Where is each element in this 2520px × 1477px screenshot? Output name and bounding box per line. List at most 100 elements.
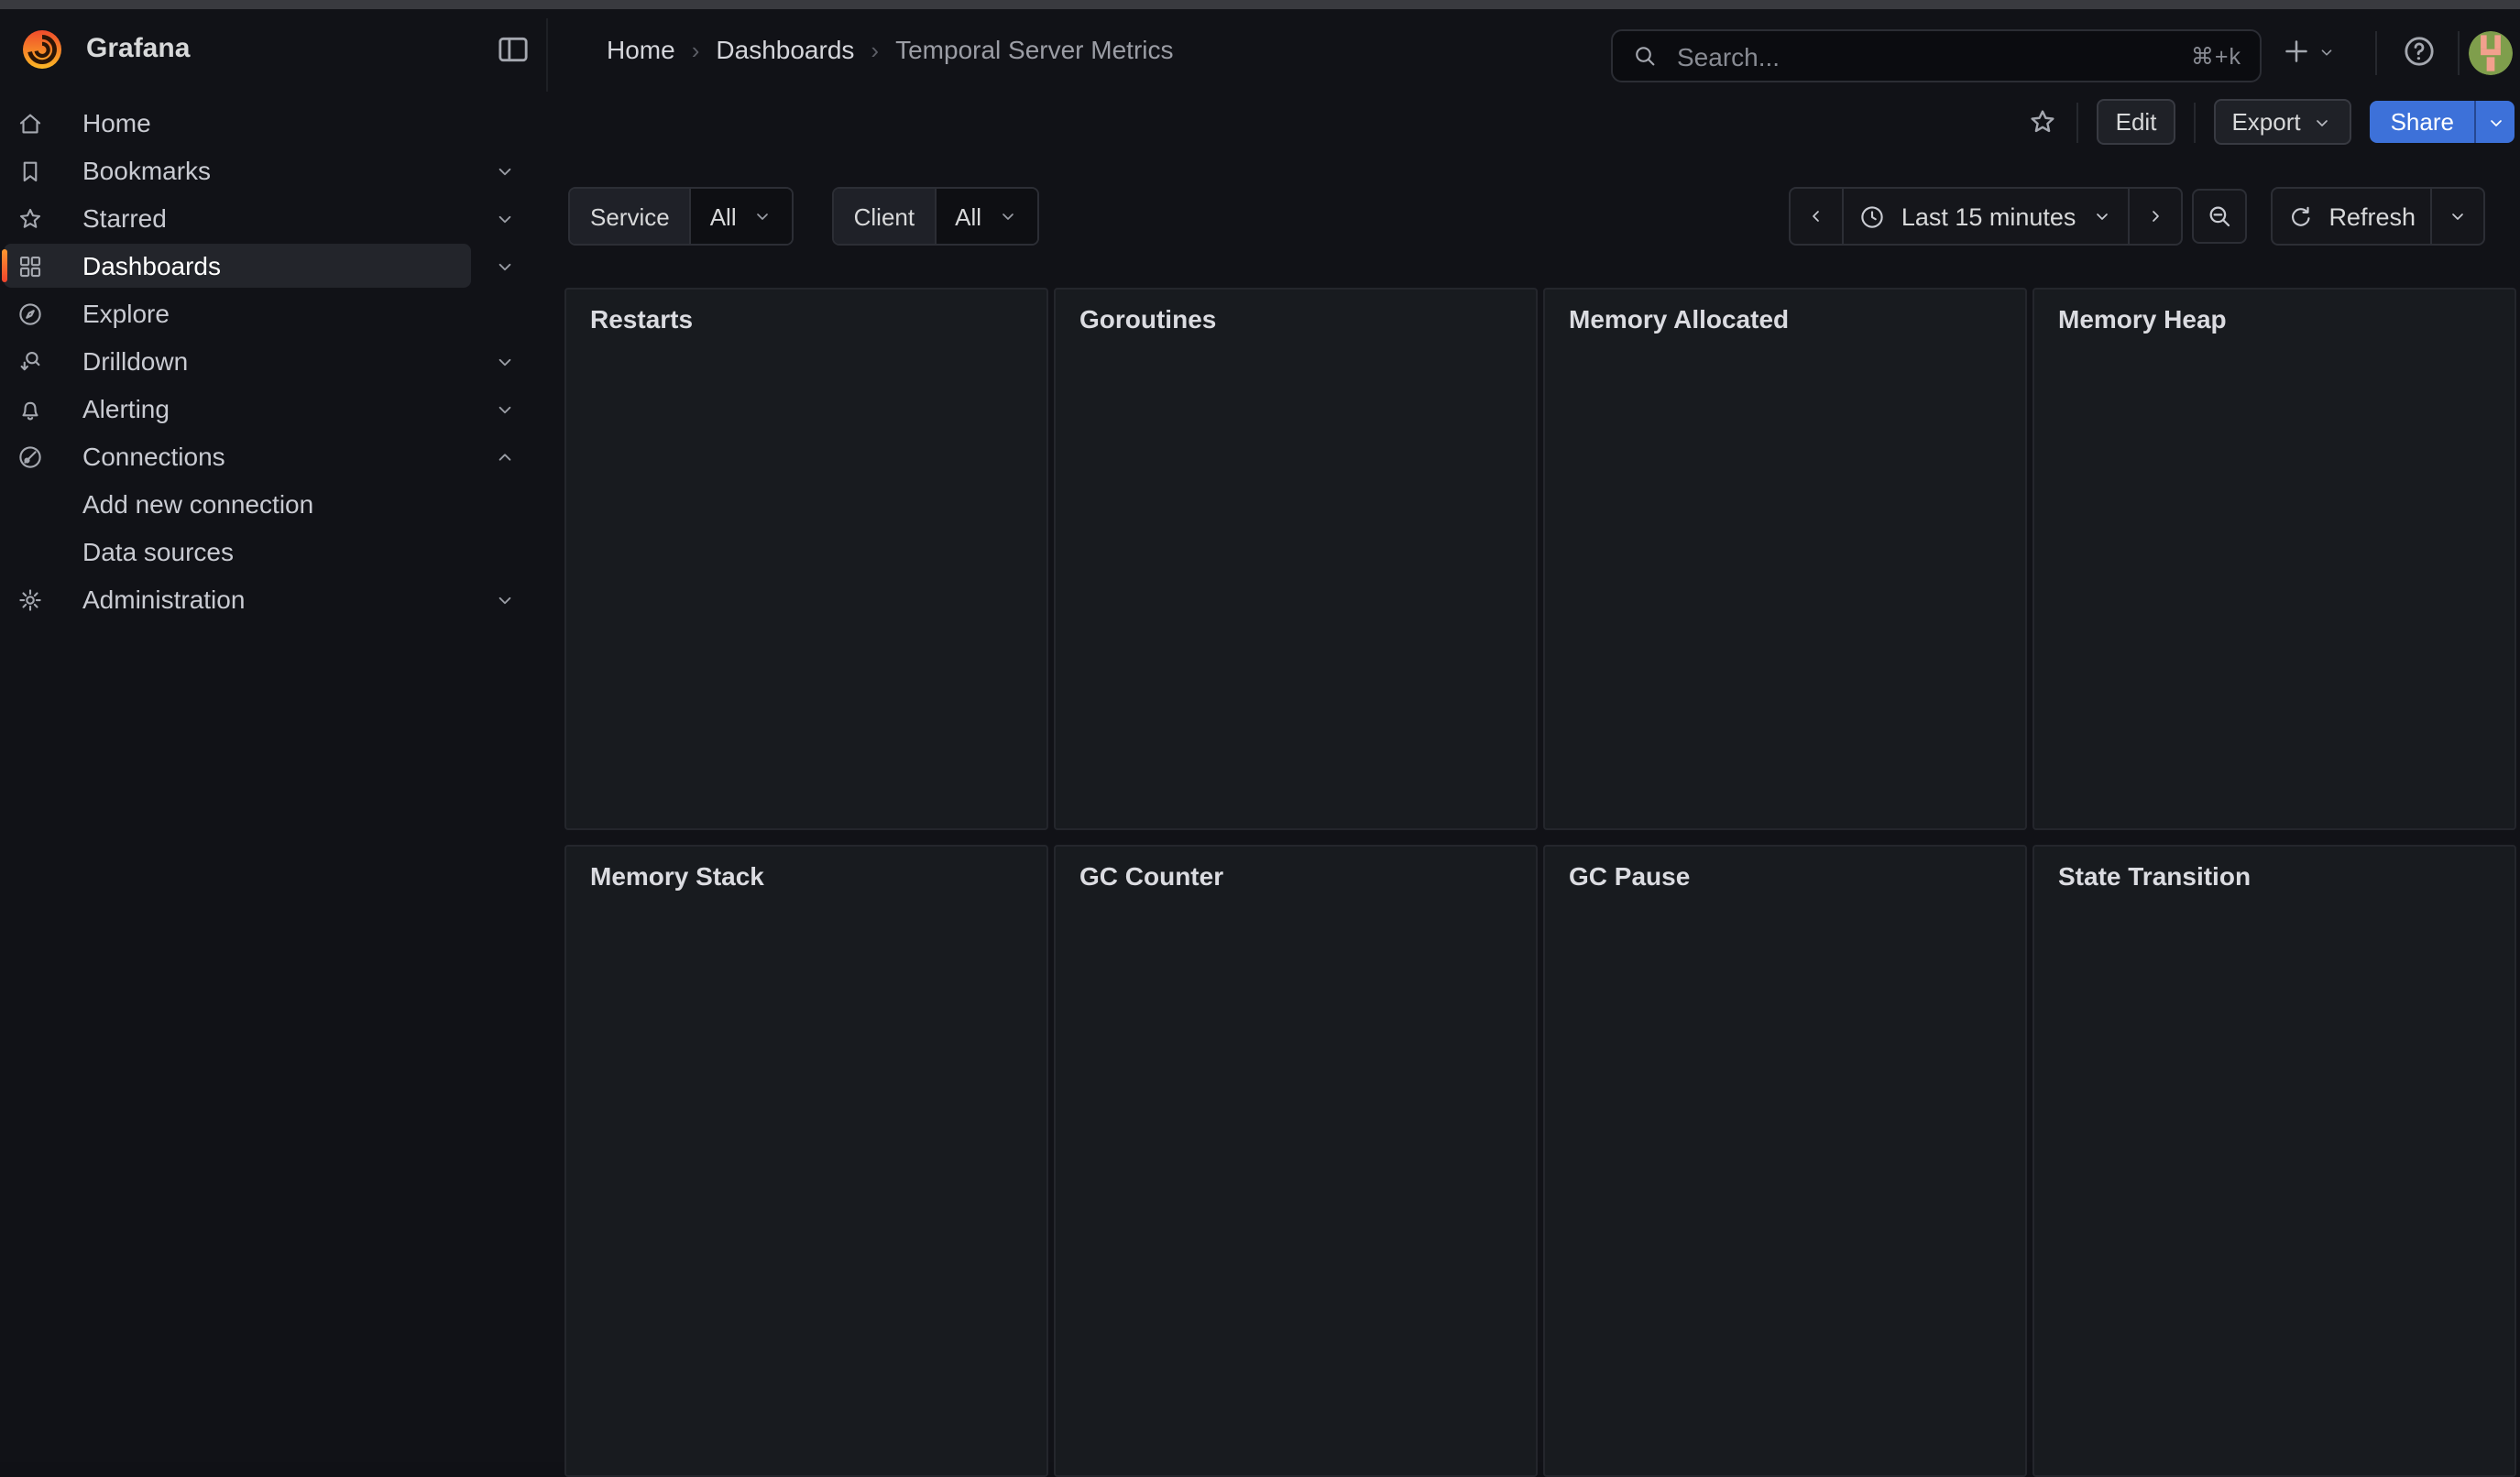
sidebar-item-starred[interactable]: Starred xyxy=(0,194,535,242)
panel-memory-stack: Memory Stack xyxy=(564,845,1048,1477)
chevron-left-icon xyxy=(1806,205,1828,227)
panel-title[interactable]: Memory Allocated xyxy=(1569,304,1789,334)
sidebar-item-dashboards[interactable]: Dashboards xyxy=(0,242,535,290)
grafana-app: Grafana Home › Dashboards › Temporal Ser… xyxy=(0,0,2520,1462)
breadcrumb-separator: › xyxy=(871,36,879,63)
service-variable-value[interactable]: All xyxy=(690,189,792,244)
breadcrumb-home[interactable]: Home xyxy=(607,35,675,64)
toolbar-separator xyxy=(2077,102,2079,142)
sidebar-item-label: Administration xyxy=(82,585,245,614)
refresh-label: Refresh xyxy=(2328,202,2416,230)
service-variable[interactable]: Service All xyxy=(568,187,794,246)
refresh-button[interactable]: Refresh xyxy=(2272,189,2430,244)
grafana-logo-icon[interactable] xyxy=(18,26,66,73)
plus-icon xyxy=(2280,35,2313,68)
toolbar-separator xyxy=(2193,102,2195,142)
panel-gc-counter: GC Counter xyxy=(1054,845,1538,1477)
chevron-down-icon xyxy=(996,205,1018,227)
panel-restarts: Restarts xyxy=(564,288,1048,830)
zoom-out-button[interactable] xyxy=(2191,189,2246,244)
share-menu-button[interactable] xyxy=(2474,101,2515,143)
sidebar: Home Bookmarks Starred DashboardsExplore Dri… xyxy=(0,92,535,1462)
chevron-down-icon[interactable] xyxy=(493,206,517,230)
chevron-down-icon xyxy=(2317,41,2337,61)
export-button-label: Export xyxy=(2231,108,2300,136)
edit-button-label: Edit xyxy=(2116,108,2157,136)
brand-title: Grafana xyxy=(86,33,190,64)
panel-title[interactable]: State Transition xyxy=(2058,861,2251,891)
panel-title[interactable]: Restarts xyxy=(590,304,693,334)
search-input[interactable] xyxy=(1673,39,2191,72)
edit-button[interactable]: Edit xyxy=(2098,99,2175,145)
sidebar-item-data-sources[interactable]: Data sources xyxy=(0,528,535,575)
chevron-down-icon xyxy=(2447,205,2469,227)
sidebar-item-bookmarks[interactable]: Bookmarks xyxy=(0,147,535,194)
client-variable[interactable]: Client All xyxy=(832,187,1038,246)
sidebar-nav: Home Bookmarks Starred DashboardsExplore Dri… xyxy=(0,99,535,623)
sidebar-item-label: Bookmarks xyxy=(82,156,211,185)
time-shift-forward-button[interactable] xyxy=(2127,189,2180,244)
service-variable-label: Service xyxy=(570,189,690,244)
share-button-group: Share xyxy=(2371,101,2515,143)
time-range-group: Last 15 minutes xyxy=(1790,187,2183,246)
avatar[interactable] xyxy=(2469,31,2513,75)
active-item-accent xyxy=(2,249,7,282)
breadcrumb: Home › Dashboards › Temporal Server Metr… xyxy=(607,35,1174,64)
grid-icon xyxy=(16,252,44,279)
search-icon xyxy=(1631,42,1659,70)
sidebar-item-home[interactable]: Home xyxy=(0,99,535,147)
search-shortcut: ⌘+k xyxy=(2191,42,2241,70)
sidebar-item-label: Add new connection xyxy=(82,489,313,519)
sidebar-toggle-icon[interactable] xyxy=(495,31,531,68)
sidebar-item-alerting[interactable]: Alerting xyxy=(0,385,535,432)
sidebar-item-label: Home xyxy=(82,108,151,137)
chevron-down-icon[interactable] xyxy=(493,587,517,611)
star-icon xyxy=(16,204,44,232)
time-range-picker[interactable]: Last 15 minutes xyxy=(1843,189,2128,244)
sidebar-item-add-new-connection[interactable]: Add new connection xyxy=(0,480,535,528)
link-icon xyxy=(16,443,44,470)
time-shift-back-button[interactable] xyxy=(1791,189,1843,244)
sidebar-item-administration[interactable]: Administration xyxy=(0,575,535,623)
sidebar-item-label: Starred xyxy=(82,203,167,233)
panel-title[interactable]: GC Counter xyxy=(1079,861,1223,891)
chevron-down-icon[interactable] xyxy=(493,397,517,421)
chevron-up-icon[interactable] xyxy=(493,444,517,468)
header-separator xyxy=(2375,31,2377,75)
panel-goroutines: Goroutines xyxy=(1054,288,1538,830)
panel-gc-pause: GC Pause xyxy=(1543,845,2027,1477)
header-divider xyxy=(546,18,548,92)
share-button[interactable]: Share xyxy=(2371,101,2474,143)
breadcrumb-dashboards[interactable]: Dashboards xyxy=(716,35,854,64)
bookmark-icon xyxy=(16,157,44,184)
new-dashboard-button[interactable] xyxy=(2280,35,2337,68)
sidebar-item-label: Connections xyxy=(82,442,225,471)
sidebar-item-explore[interactable]: Explore xyxy=(0,290,535,337)
panel-title[interactable]: Goroutines xyxy=(1079,304,1216,334)
compass-icon xyxy=(16,300,44,327)
panel-title[interactable]: Memory Heap xyxy=(2058,304,2227,334)
header-separator xyxy=(2458,31,2460,75)
home-icon xyxy=(16,109,44,137)
chevron-down-icon[interactable] xyxy=(493,159,517,182)
sidebar-item-drilldown[interactable]: Drilldown xyxy=(0,337,535,385)
time-range-label: Last 15 minutes xyxy=(1901,202,2076,230)
export-button[interactable]: Export xyxy=(2213,99,2351,145)
client-variable-label: Client xyxy=(834,189,936,244)
panel-title[interactable]: GC Pause xyxy=(1569,861,1690,891)
help-icon[interactable] xyxy=(2401,33,2438,70)
dashboard-toolbar: Edit Export Share xyxy=(535,92,2520,150)
chevron-down-icon xyxy=(751,205,773,227)
panel-title[interactable]: Memory Stack xyxy=(590,861,764,891)
chevron-down-icon[interactable] xyxy=(493,254,517,278)
refresh-icon xyxy=(2286,202,2314,230)
client-variable-value[interactable]: All xyxy=(935,189,1036,244)
sidebar-item-connections[interactable]: Connections xyxy=(0,432,535,480)
sidebar-item-label: Drilldown xyxy=(82,346,188,376)
refresh-interval-button[interactable] xyxy=(2430,189,2483,244)
chevron-down-icon[interactable] xyxy=(493,349,517,373)
star-dashboard-icon[interactable] xyxy=(2028,106,2059,137)
app-header: Grafana Home › Dashboards › Temporal Ser… xyxy=(0,9,2520,93)
search-box[interactable]: ⌘+k xyxy=(1611,29,2262,82)
time-controls: Last 15 minutes Refresh xyxy=(1790,187,2485,246)
